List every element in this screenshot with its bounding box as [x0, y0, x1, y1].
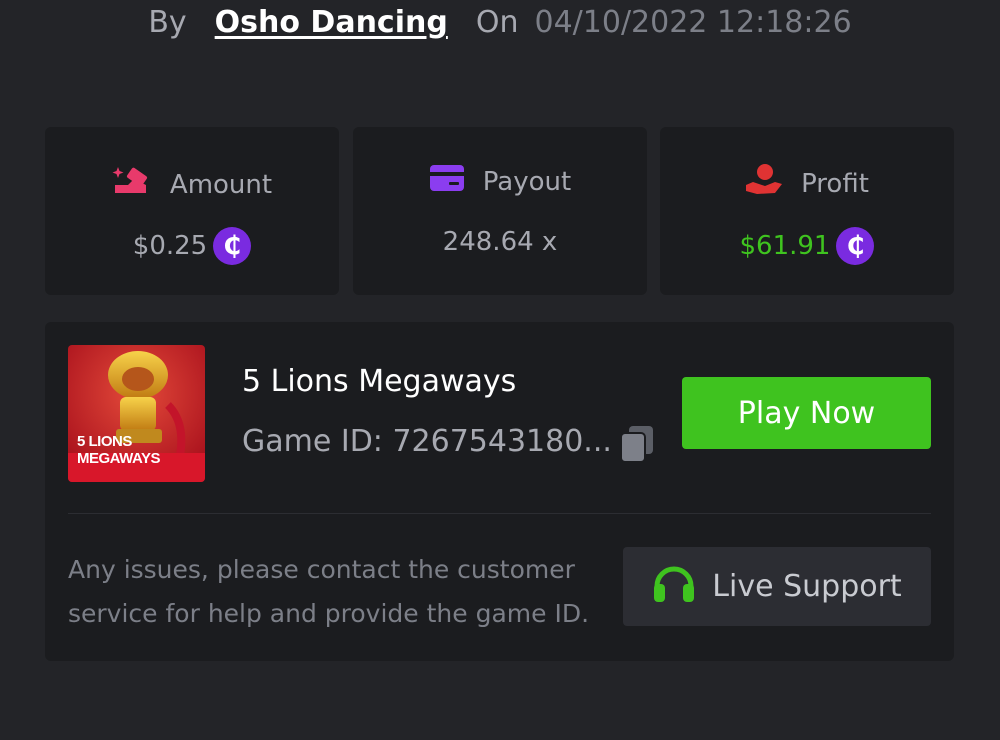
thumb-title-line2: MEGAWAYS [77, 450, 160, 467]
amount-header: Amount [45, 163, 339, 206]
payout-value: 248.64 x [442, 227, 558, 257]
thumb-title-line1: 5 LIONS [77, 433, 132, 450]
game-title: 5 Lions Megaways [242, 364, 517, 399]
by-label: By [148, 4, 187, 40]
divider [68, 513, 931, 514]
profit-header: Profit [660, 163, 954, 204]
copy-icon[interactable] [618, 424, 656, 464]
game-id: Game ID: 7267543180... [242, 424, 612, 459]
card-icon [429, 163, 465, 200]
payout-value-row: 248.64 x [353, 227, 647, 257]
payout-card: Payout 248.64 x [353, 127, 647, 295]
hand-coin-icon [745, 163, 783, 204]
live-support-label: Live Support [712, 569, 902, 604]
headset-icon [652, 562, 696, 612]
help-text: Any issues, please contact the customer … [68, 555, 590, 628]
bet-amount-icon [112, 163, 152, 206]
amount-value: $0.25 [132, 231, 208, 261]
payout-label: Payout [482, 166, 572, 197]
profit-value: $61.91 [739, 231, 831, 261]
game-card: 5 LIONS MEGAWAYS 5 Lions Megaways Game I… [45, 322, 954, 661]
bet-datetime: 04/10/2022 12:18:26 [534, 4, 852, 40]
profit-label: Profit [801, 168, 869, 199]
game-thumbnail[interactable]: 5 LIONS MEGAWAYS [68, 345, 205, 482]
live-support-button[interactable]: Live Support [623, 547, 931, 626]
amount-value-row: $0.25 ₵ [45, 227, 339, 265]
bet-header: By Osho Dancing On 04/10/2022 12:18:26 [0, 0, 1000, 44]
amount-label: Amount [169, 169, 273, 200]
profit-card: Profit $61.91 ₵ [660, 127, 954, 295]
play-now-button[interactable]: Play Now [682, 377, 931, 449]
amount-card: Amount $0.25 ₵ [45, 127, 339, 295]
username-link[interactable]: Osho Dancing [215, 5, 448, 40]
on-label: On [475, 4, 519, 40]
coin-icon: ₵ [836, 227, 875, 265]
profit-value-row: $61.91 ₵ [660, 227, 954, 265]
payout-header: Payout [353, 163, 647, 200]
coin-icon: ₵ [213, 227, 252, 265]
